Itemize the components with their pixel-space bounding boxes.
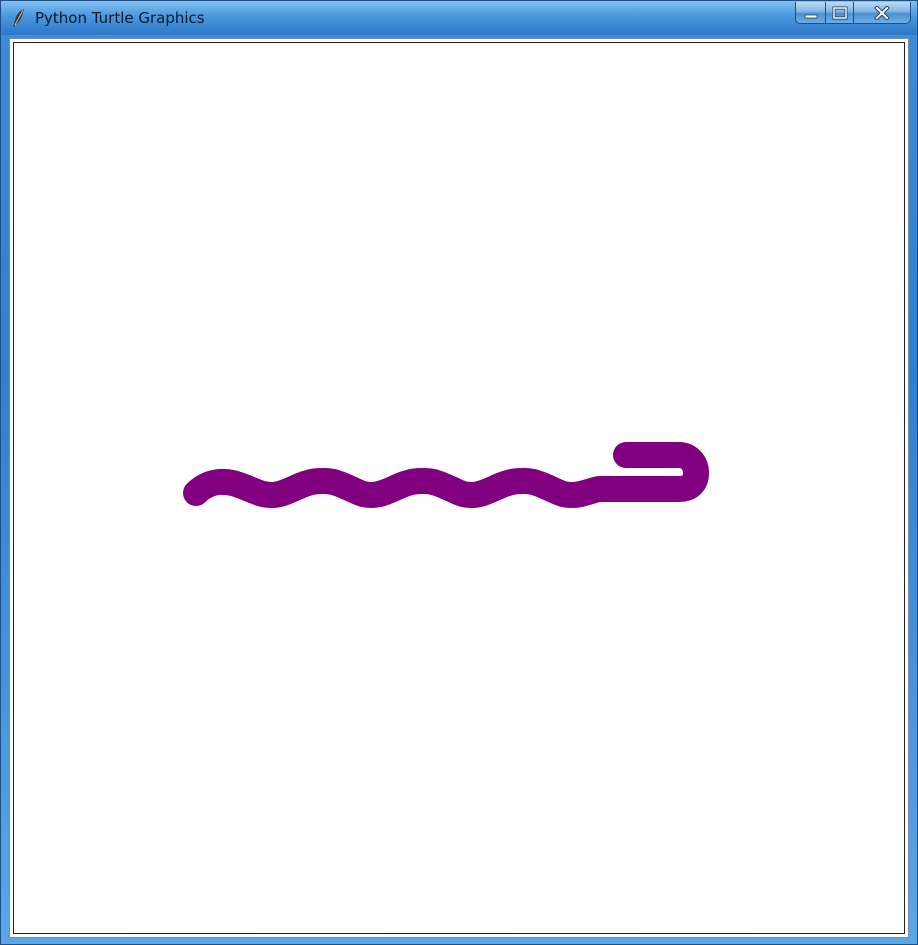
close-button[interactable] (853, 2, 911, 24)
turtle-screen (9, 38, 909, 938)
close-icon (874, 5, 890, 20)
maximize-icon (832, 6, 847, 19)
feather-icon (13, 9, 24, 27)
turtle-drawing (183, 442, 709, 508)
maximize-button[interactable] (825, 2, 853, 24)
purple-wave-stroke (183, 442, 709, 508)
minimize-icon (804, 14, 817, 18)
minimize-button[interactable] (795, 2, 825, 24)
turtle-canvas[interactable] (13, 42, 905, 934)
window-title: Python Turtle Graphics (35, 9, 205, 27)
app-window: Python Turtle Graphics (0, 0, 918, 945)
title-bar[interactable]: Python Turtle Graphics (1, 1, 917, 35)
caption-buttons (795, 2, 911, 24)
